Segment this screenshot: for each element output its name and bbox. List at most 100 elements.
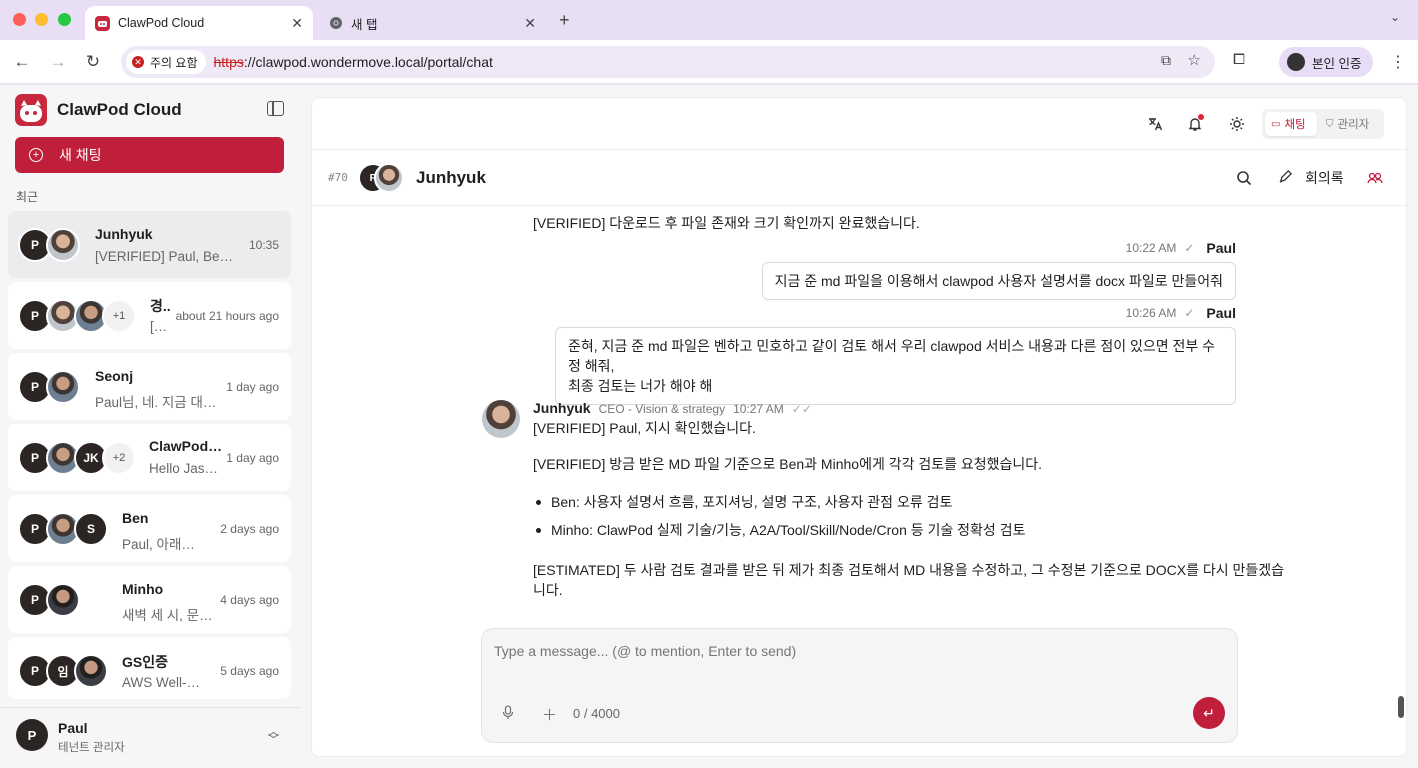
close-tab-icon[interactable]: ✕ [291, 15, 303, 32]
new-chat-button[interactable]: + 새 채팅 [15, 137, 284, 173]
message-text: [VERIFIED] 방금 받은 MD 파일 기준으로 Ben과 Minho에게… [533, 456, 1043, 472]
mode-admin-button[interactable]: ⛉ 관리자 [1320, 112, 1382, 136]
message-header: Junhyuk CEO - Vision & strategy 10:27 AM… [533, 400, 812, 416]
scrollbar-thumb[interactable] [1398, 696, 1404, 718]
security-chip[interactable]: ✕ 주의 요함 [126, 50, 206, 74]
message-composer: ＋ 0 / 4000 ↵ [481, 628, 1238, 743]
address-bar[interactable]: ✕ 주의 요함 https://clawpod.wondermove.local… [121, 46, 1215, 78]
chrome-icon [328, 16, 343, 31]
attach-plus-icon[interactable]: ＋ [542, 704, 557, 725]
tab-clawpod[interactable]: ClawPod Cloud ✕ [85, 6, 313, 40]
conversation-item[interactable]: P +1 경.. [… about 21 hours ago [8, 282, 291, 349]
pen-icon [1278, 169, 1293, 187]
message-text: 지금 준 md 파일을 이용해서 clawpod 사용자 설명서를 docx 파… [774, 273, 1223, 289]
mode-admin-label: 관리자 [1337, 119, 1370, 131]
user-menu[interactable]: P Paul 테넌트 관리자 ︿ ﹀ [0, 707, 300, 768]
conversation-name: ClawPod… [149, 438, 221, 454]
conversation-preview: AWS Well-A… [122, 675, 206, 690]
conversation-preview: Paul님, 네. 지금 대화… [95, 395, 219, 410]
recent-section-label: 최근 [16, 190, 39, 204]
sun-icon[interactable] [1227, 114, 1247, 134]
more-members-badge: +2 [102, 441, 136, 475]
translate-icon[interactable] [1145, 114, 1165, 134]
chat-bubble-icon: ▭ [1271, 118, 1281, 130]
sidebar: ClawPod Cloud + 새 채팅 최근 P Junhyuk [VERIF… [0, 85, 300, 768]
message-input[interactable] [494, 643, 1194, 659]
microphone-icon[interactable] [502, 705, 514, 723]
enter-arrow-icon: ↵ [1203, 704, 1215, 721]
url-rest: ://clawpod.wondermove.local/portal/chat [243, 54, 493, 70]
user-role: 테넌트 관리자 [58, 742, 125, 754]
back-button[interactable]: ← [10, 50, 34, 74]
more-members-badge: +1 [102, 299, 136, 333]
close-tab-icon[interactable]: ✕ [524, 15, 536, 32]
profile-avatar [1287, 53, 1305, 71]
message-bubble: 지금 준 md 파일을 이용해서 clawpod 사용자 설명서를 docx 파… [761, 262, 1236, 300]
conversation-time: 4 days ago [220, 593, 279, 607]
conversation-name: GS인증 [122, 654, 168, 670]
check-icon: ✓ [1184, 306, 1195, 320]
conversation-item[interactable]: P Junhyuk [VERIFIED] Paul, Ben… 10:35 [8, 211, 291, 278]
search-icon[interactable] [1234, 168, 1254, 188]
translate-icon[interactable]: ⧉ [1161, 52, 1171, 69]
new-tab-button[interactable]: + [559, 10, 570, 31]
conversation-time: 1 day ago [226, 451, 279, 465]
message-list: [VERIFIED] 다운로드 후 파일 존재와 크기 확인까지 완료했습니다.… [312, 206, 1406, 718]
conversation-preview: Hello Jas… [149, 461, 219, 476]
mode-chat-label: 채팅 [1284, 119, 1306, 131]
profile-chip[interactable]: 본인 인증 [1279, 47, 1373, 77]
tab-title: ClawPod Cloud [118, 16, 205, 30]
message-text: 최종 검토는 너가 해야 해 [568, 378, 713, 394]
list-item: Minho: ClawPod 실제 기술/기능, A2A/Tool/Skill/… [533, 520, 1025, 540]
minimize-window-button[interactable] [35, 13, 48, 26]
conversation-time: about 21 hours ago [175, 309, 279, 323]
conversation-preview: [… [150, 319, 168, 334]
top-bar: ▭ 채팅 ⛉ 관리자 [312, 98, 1406, 150]
url-text[interactable]: https://clawpod.wondermove.local/portal/… [214, 54, 493, 70]
message-time: 10:22 AM [1125, 241, 1177, 255]
chat-title: Junhyuk [416, 168, 486, 187]
message-text: 준혀, 지금 준 md 파일은 벤하고 민호하고 같이 검토 해서 우리 cla… [568, 338, 1216, 374]
extensions-icon[interactable]: ⧠ [1233, 51, 1245, 68]
browser-menu-icon[interactable]: ⋮ [1390, 52, 1406, 72]
avatar [482, 400, 520, 438]
conversation-item[interactable]: P JK +2 ClawPod… Hello Jas… 1 day ago [8, 424, 291, 491]
conversation-item[interactable]: P S Ben Paul, 아래처… 2 days ago [8, 495, 291, 562]
zoom-window-button[interactable] [58, 13, 71, 26]
conversation-preview: [VERIFIED] Paul, Ben… [95, 249, 237, 264]
reload-button[interactable]: ↻ [81, 50, 105, 74]
avatar [46, 583, 80, 617]
conversation-item[interactable]: P 임 GS인증 AWS Well-A… 5 days ago [8, 637, 291, 699]
avatar [74, 654, 108, 688]
meeting-notes-button[interactable]: 회의록 [1278, 168, 1344, 188]
avatar [46, 370, 80, 404]
avatar: S [74, 512, 108, 546]
members-icon[interactable] [1365, 168, 1385, 188]
conversation-item[interactable]: P Seonj Paul님, 네. 지금 대화… 1 day ago [8, 353, 291, 420]
character-counter: 0 / 4000 [573, 706, 620, 721]
close-window-button[interactable] [13, 13, 26, 26]
message-text: [VERIFIED] Paul, 지시 확인했습니다. [533, 420, 756, 436]
bookmark-star-icon[interactable]: ☆ [1188, 51, 1201, 69]
mode-chat-button[interactable]: ▭ 채팅 [1265, 112, 1317, 136]
url-scheme: https [213, 54, 244, 70]
conversation-item[interactable]: P Minho 새벽 세 시, 문장들… 4 days ago [8, 566, 291, 633]
double-check-icon: ✓✓ [791, 402, 812, 416]
conversation-name: Junhyuk [95, 226, 153, 242]
chevron-up-down-icon[interactable]: ︿ ﹀ [268, 727, 279, 746]
user-name: Paul [58, 720, 88, 736]
forward-button[interactable]: → [46, 50, 70, 74]
tab-search-button[interactable]: ⌄ [1390, 10, 1400, 24]
send-button[interactable]: ↵ [1193, 697, 1225, 729]
message-meta: 10:26 AM ✓ Paul [1126, 305, 1236, 321]
clawpod-logo [15, 94, 47, 126]
chat-header: #70 P Junhyuk 회의록 [312, 150, 1406, 206]
tab-new[interactable]: 새 탭 ✕ [318, 6, 546, 40]
check-icon: ✓ [1184, 241, 1195, 255]
message-sender: Junhyuk [533, 400, 591, 416]
sidebar-collapse-icon[interactable] [267, 101, 284, 116]
room-id: #70 [328, 171, 348, 184]
message-time: 10:26 AM [1125, 306, 1177, 320]
bullet-list: Ben: 사용자 설명서 흐름, 포지셔닝, 설명 구조, 사용자 관점 오류 … [533, 492, 1025, 548]
bell-icon[interactable] [1185, 114, 1205, 134]
